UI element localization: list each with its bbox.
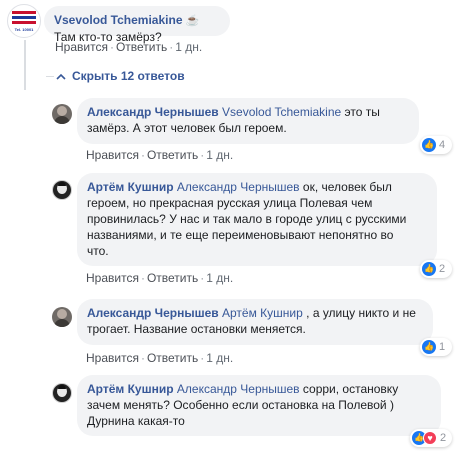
reply-link[interactable]: Ответить bbox=[147, 271, 198, 285]
comment-text: героем, но прекрасная русская улица Поле… bbox=[87, 196, 373, 210]
comment-text: это ты bbox=[341, 105, 380, 119]
avatar-stripe bbox=[12, 16, 36, 19]
mention-link[interactable]: Александр Чернышев bbox=[177, 180, 300, 194]
comment-author[interactable]: Александр Чернышев bbox=[87, 306, 219, 320]
reaction-count: 4 bbox=[439, 139, 446, 151]
comment-time[interactable]: 1 дн. bbox=[206, 271, 233, 285]
reply-actions: Нравится · Ответить · 1 дн. bbox=[86, 351, 234, 365]
comment-time[interactable]: 1 дн. bbox=[206, 148, 233, 162]
comment-author[interactable]: Vsevolod Tchemiakine bbox=[54, 13, 183, 27]
reply-bubble: Артём Кушнир Александр Чернышев сорри, о… bbox=[77, 375, 441, 436]
thread-line bbox=[24, 40, 26, 90]
coffee-icon: ☕ bbox=[185, 15, 200, 27]
reply-avatar[interactable] bbox=[52, 307, 72, 327]
reply-actions: Нравится · Ответить · 1 дн. bbox=[86, 148, 234, 162]
like-link[interactable]: Нравится bbox=[86, 271, 139, 285]
reply-bubble: Александр Чернышев Vsevolod Tchemiakine … bbox=[77, 98, 419, 144]
reply-link[interactable]: Ответить bbox=[116, 40, 167, 54]
comment-author[interactable]: Артём Кушнир bbox=[87, 382, 174, 396]
reaction-summary[interactable]: 👍 1 bbox=[420, 338, 452, 356]
comment-author[interactable]: Александр Чернышев bbox=[87, 105, 219, 119]
comment-text: трогает. Название остановки меняется. bbox=[87, 322, 306, 336]
comment-text: провинилась? У нас и так мало в городе у… bbox=[87, 212, 407, 226]
comment-text: сорри, остановку bbox=[299, 382, 399, 396]
reply-bubble: Артём Кушнир Александр Чернышев ок, чело… bbox=[77, 173, 437, 266]
comment-text: Дурнина какая-то bbox=[87, 414, 185, 428]
reaction-summary[interactable]: 👍 2 bbox=[420, 260, 452, 278]
comment-author[interactable]: Артём Кушнир bbox=[87, 180, 174, 194]
comment-text: замёрз. А этот человек был героем. bbox=[87, 121, 287, 135]
comment-time[interactable]: 1 дн. bbox=[206, 351, 233, 365]
reply-link[interactable]: Ответить bbox=[147, 148, 198, 162]
thread-connector bbox=[46, 76, 54, 77]
reply-avatar[interactable] bbox=[52, 104, 72, 124]
reaction-summary[interactable]: 👍 ♥ 2 bbox=[410, 429, 452, 447]
reply-actions: Нравится · Ответить · 1 дн. bbox=[86, 271, 234, 285]
comment-text: зачем менять? Особенно если остановка на… bbox=[87, 398, 394, 412]
top-comment-avatar[interactable]: Tel. 10001 bbox=[7, 4, 41, 38]
like-reaction-icon: 👍 bbox=[422, 138, 436, 152]
reaction-summary[interactable]: 👍 4 bbox=[420, 136, 452, 154]
like-link[interactable]: Нравится bbox=[55, 40, 108, 54]
hide-replies-link[interactable]: Скрыть 12 ответов bbox=[46, 68, 185, 84]
avatar-stripe bbox=[12, 11, 36, 14]
reaction-count: 1 bbox=[439, 341, 446, 353]
comment-time[interactable]: 1 дн. bbox=[175, 40, 202, 54]
mention-link[interactable]: Vsevolod Tchemiakine bbox=[222, 105, 341, 119]
chevron-up-icon bbox=[56, 68, 66, 84]
love-reaction-icon: ♥ bbox=[423, 431, 437, 445]
mention-link[interactable]: Артём Кушнир bbox=[222, 306, 303, 320]
reply-avatar[interactable] bbox=[52, 180, 72, 200]
top-comment-actions: Нравится · Ответить · 1 дн. bbox=[55, 40, 203, 54]
comment-text: что. bbox=[87, 244, 109, 258]
reply-link[interactable]: Ответить bbox=[147, 351, 198, 365]
reaction-count: 2 bbox=[440, 432, 447, 444]
hide-replies-label: Скрыть 12 ответов bbox=[72, 69, 185, 83]
like-reaction-icon: 👍 bbox=[422, 340, 436, 354]
like-link[interactable]: Нравится bbox=[86, 148, 139, 162]
reaction-count: 2 bbox=[439, 263, 446, 275]
comment-text: ок, человек был bbox=[299, 180, 392, 194]
avatar-caption: Tel. 10001 bbox=[14, 27, 34, 32]
mention-link[interactable]: Александр Чернышев bbox=[177, 382, 300, 396]
like-reaction-icon: 👍 bbox=[422, 262, 436, 276]
like-link[interactable]: Нравится bbox=[86, 351, 139, 365]
avatar-stripe bbox=[12, 21, 36, 24]
reply-bubble: Александр Чернышев Артём Кушнир , а улиц… bbox=[77, 299, 433, 345]
comment-text: , а улицу никто и не bbox=[302, 306, 416, 320]
reply-avatar[interactable] bbox=[52, 383, 72, 403]
top-comment-bubble: Vsevolod Tchemiakine ☕ Там кто-то замёрз… bbox=[44, 6, 230, 44]
comment-text: названиями, и те еще переименовывают неп… bbox=[87, 228, 394, 242]
